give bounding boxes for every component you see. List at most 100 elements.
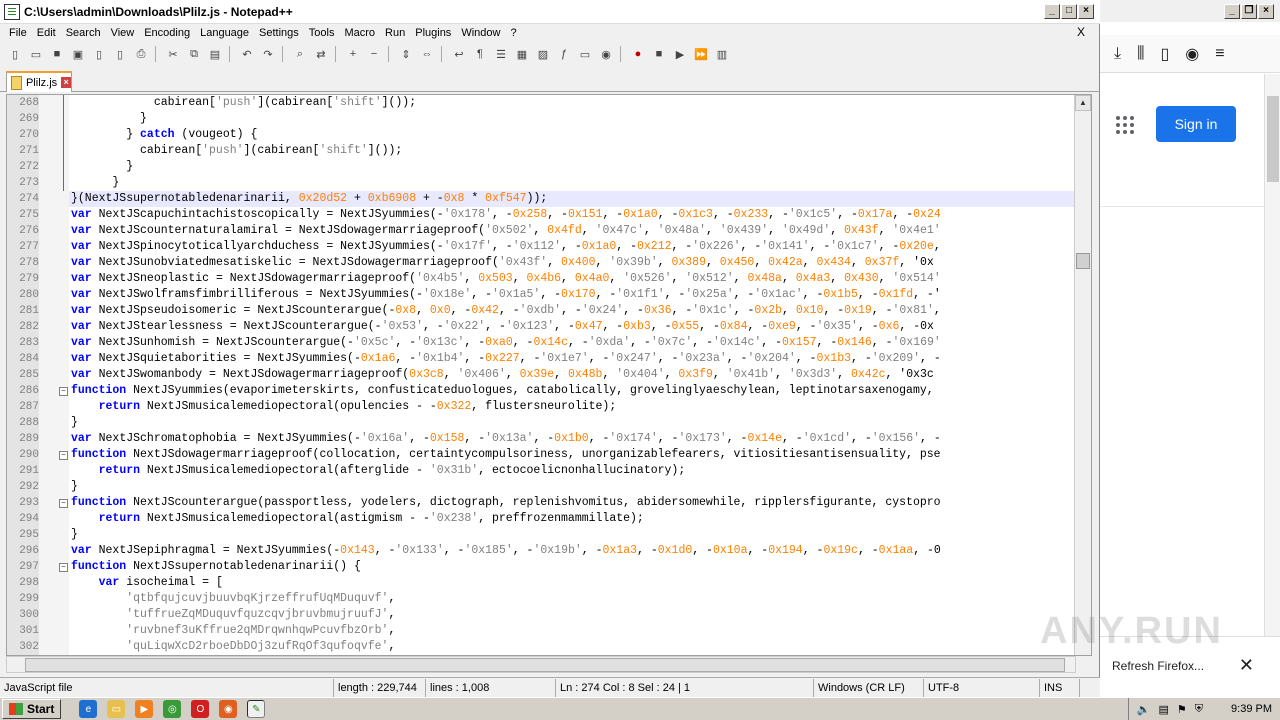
replace-icon[interactable]: ⇄ xyxy=(312,45,330,63)
menu-plugins[interactable]: Plugins xyxy=(410,27,456,39)
code-line[interactable]: 268 cabirean['push'](cabirean['shift']()… xyxy=(7,95,1075,111)
code-line[interactable]: 289 var NextJSchromatophobia = NextJSyumm… xyxy=(7,431,1075,447)
explorer-icon[interactable]: ▭ xyxy=(107,700,126,718)
sync-horizontal-icon[interactable]: ⇔ xyxy=(418,45,436,63)
refresh-firefox-link[interactable]: Refresh Firefox... xyxy=(1112,659,1204,673)
start-button[interactable]: Start xyxy=(2,699,62,719)
firefox-minimize-button[interactable]: _ xyxy=(1224,3,1240,19)
menu-run[interactable]: Run xyxy=(380,27,410,39)
menu-macro[interactable]: Macro xyxy=(339,27,380,39)
vertical-scroll-thumb[interactable] xyxy=(1076,253,1090,269)
code-line[interactable]: 293 − function NextJScounterargue(passport… xyxy=(7,495,1075,511)
code-line[interactable]: 291 return NextJSmusicalemediopectoral(a… xyxy=(7,463,1075,479)
save-macro-icon[interactable]: ▥ xyxy=(713,45,731,63)
code-line[interactable]: 276 var NextJScounternaturalamiral = Next… xyxy=(7,223,1075,239)
folder-workspace-icon[interactable]: ▭ xyxy=(576,45,594,63)
zoom-out-icon[interactable]: − xyxy=(365,45,383,63)
firefox-scrollbar[interactable] xyxy=(1264,74,1280,636)
zoom-in-icon[interactable]: + xyxy=(344,45,362,63)
code-line[interactable]: 273 } xyxy=(7,175,1075,191)
code-line[interactable]: 288} xyxy=(7,415,1075,431)
code-line[interactable]: 299 'qtbfqujcuvjbuuvbqKjrzeffrufUqMDuquv… xyxy=(7,591,1075,607)
download-icon[interactable]: ⤓ xyxy=(1114,45,1121,63)
tab-close-icon[interactable]: × xyxy=(61,77,71,88)
firefox-scroll-thumb[interactable] xyxy=(1267,96,1279,182)
code-line[interactable]: 274}(NextJSsupernotabledenarinarii, 0x20… xyxy=(7,191,1075,207)
play-macro-icon[interactable]: ▶ xyxy=(671,45,689,63)
chrome-icon[interactable]: ◎ xyxy=(163,700,182,718)
new-file-icon[interactable]: ▯ xyxy=(6,45,24,63)
code-line[interactable]: 278 var NextJSunobviatedmesatiskelic = Ne… xyxy=(7,255,1075,271)
flag-icon[interactable]: ⚑ xyxy=(1177,703,1187,716)
cut-icon[interactable]: ✂ xyxy=(164,45,182,63)
sidebar-icon[interactable]: ▯ xyxy=(1160,44,1169,64)
code-line[interactable]: 275 var NextJScapuchintachistoscopically … xyxy=(7,207,1075,223)
menu-encoding[interactable]: Encoding xyxy=(139,27,195,39)
notice-close-icon[interactable]: ✕ xyxy=(1239,655,1254,676)
tab-plilz-js[interactable]: Plilz.js × xyxy=(6,71,72,92)
firefox-icon[interactable]: ◉ xyxy=(219,700,238,718)
menu-view[interactable]: View xyxy=(106,27,140,39)
play-multiple-macro-icon[interactable]: ⏩ xyxy=(692,45,710,63)
close-button[interactable]: × xyxy=(1078,4,1094,19)
menu-search[interactable]: Search xyxy=(61,27,106,39)
horizontal-scrollbar[interactable] xyxy=(6,656,1076,673)
code-line[interactable]: 286 − function NextJSyummies(evaporimeters… xyxy=(7,383,1075,399)
minimize-button[interactable]: _ xyxy=(1044,4,1060,19)
menu-edit[interactable]: Edit xyxy=(32,27,61,39)
fold-toggle-icon[interactable]: − xyxy=(59,451,68,460)
code-line[interactable]: 290 − function NextJSdowagermarriageproof(… xyxy=(7,447,1075,463)
maximize-button[interactable]: □ xyxy=(1061,4,1077,19)
code-line[interactable]: 298 var isocheimal = [ xyxy=(7,575,1075,591)
code-line[interactable]: 282 var NextJStearlessness = NextJScounte… xyxy=(7,319,1075,335)
sync-vertical-icon[interactable]: ⇕ xyxy=(397,45,415,63)
code-line[interactable]: 280 var NextJSwolframsfimbrilliferous = N… xyxy=(7,287,1075,303)
code-line[interactable]: 277 var NextJSpinocytoticallyarchduchess … xyxy=(7,239,1075,255)
find-icon[interactable]: ⌕ xyxy=(291,45,309,63)
save-icon[interactable]: ■ xyxy=(48,45,66,63)
code-editor[interactable]: 268 cabirean['push'](cabirean['shift']()… xyxy=(6,94,1092,656)
firefox-restore-button[interactable]: ❐ xyxy=(1241,3,1257,19)
code-line[interactable]: 279 var NextJSneoplastic = NextJSdowagerm… xyxy=(7,271,1075,287)
code-line[interactable]: 294 return NextJSmusicalemediopectoral(a… xyxy=(7,511,1075,527)
code-line[interactable]: 271 cabirean['push'](cabirean['shift']()… xyxy=(7,143,1075,159)
undo-icon[interactable]: ↶ xyxy=(238,45,256,63)
menu-tools[interactable]: Tools xyxy=(304,27,340,39)
code-line[interactable]: 295} xyxy=(7,527,1075,543)
network-icon[interactable]: ▤ xyxy=(1159,703,1169,716)
copy-icon[interactable]: ⧉ xyxy=(185,45,203,63)
menu-window[interactable]: Window xyxy=(456,27,505,39)
ie-icon[interactable]: e xyxy=(79,700,98,718)
close-all-icon[interactable]: ▯ xyxy=(111,45,129,63)
fold-toggle-icon[interactable]: − xyxy=(59,499,68,508)
hamburger-menu-icon[interactable]: ≡ xyxy=(1215,45,1224,63)
code-line[interactable]: 270 } catch (vougeot) { xyxy=(7,127,1075,143)
paste-icon[interactable]: ▤ xyxy=(206,45,224,63)
fold-toggle-icon[interactable]: − xyxy=(59,563,68,572)
function-list-icon[interactable]: ƒ xyxy=(555,45,573,63)
open-file-icon[interactable]: ▭ xyxy=(27,45,45,63)
google-apps-icon[interactable] xyxy=(1116,116,1134,134)
code-line[interactable]: 296 var NextJSepiphragmal = NextJSyummies… xyxy=(7,543,1075,559)
code-line[interactable]: 292} xyxy=(7,479,1075,495)
sign-in-button[interactable]: Sign in xyxy=(1156,106,1236,142)
code-line[interactable]: 283 var NextJSunhomish = NextJScounterarg… xyxy=(7,335,1075,351)
record-macro-icon[interactable]: ● xyxy=(629,45,647,63)
print-icon[interactable]: ⎙ xyxy=(132,45,150,63)
menu-help[interactable]: ? xyxy=(505,27,521,39)
menu-settings[interactable]: Settings xyxy=(254,27,304,39)
code-line[interactable]: 281 var NextJSpseudoisomeric = NextJScoun… xyxy=(7,303,1075,319)
code-line[interactable]: 285 var NextJSwomanbody = NextJSdowagerma… xyxy=(7,367,1075,383)
library-icon[interactable]: ⫼ xyxy=(1137,45,1144,63)
horizontal-scroll-thumb[interactable] xyxy=(25,658,1065,672)
doc-map-icon[interactable]: ▨ xyxy=(534,45,552,63)
stop-macro-icon[interactable]: ■ xyxy=(650,45,668,63)
code-line[interactable]: 272 } xyxy=(7,159,1075,175)
word-wrap-icon[interactable]: ↩ xyxy=(450,45,468,63)
security-icon[interactable]: ⛨ xyxy=(1195,703,1203,716)
udl-icon[interactable]: ▦ xyxy=(513,45,531,63)
document-close-button[interactable]: X xyxy=(1072,25,1090,39)
code-line[interactable]: 302 'quLiqwXcD2rboeDbDOj3zufRqOf3qufoqvf… xyxy=(7,639,1075,655)
notepadpp-task-icon[interactable]: ✎ xyxy=(247,700,266,718)
account-icon[interactable]: ◉ xyxy=(1185,44,1199,64)
